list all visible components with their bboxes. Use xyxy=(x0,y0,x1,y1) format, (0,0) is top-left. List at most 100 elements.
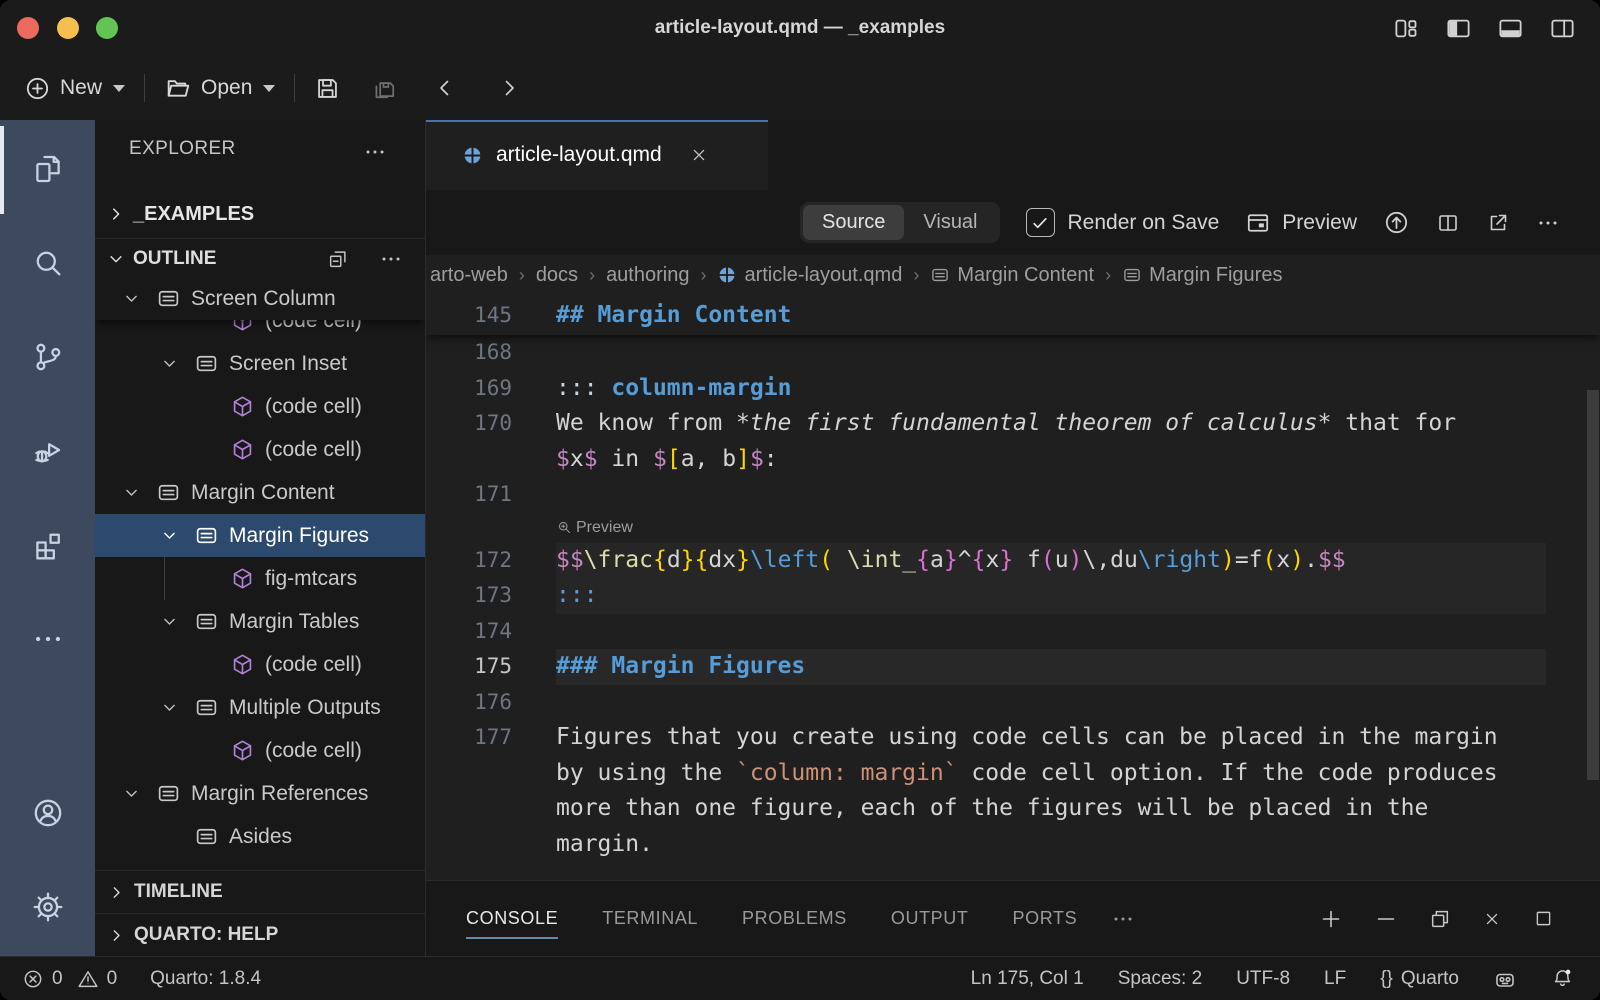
notifications-bell-icon[interactable] xyxy=(1551,967,1574,990)
navigate-forward-icon[interactable] xyxy=(497,76,521,100)
code-line-wrap[interactable]: more than one figure, each of the figure… xyxy=(426,791,1600,827)
visual-mode-button[interactable]: Visual xyxy=(904,205,996,240)
panel-tab-problems[interactable]: PROBLEMS xyxy=(742,900,847,937)
panel-tab-output[interactable]: OUTPUT xyxy=(891,900,969,937)
save-all-icon[interactable] xyxy=(371,75,397,101)
preview-icon xyxy=(1245,210,1271,236)
status-indentation[interactable]: Spaces: 2 xyxy=(1118,968,1203,990)
activity-account[interactable] xyxy=(0,766,95,860)
preview-button[interactable]: Preview xyxy=(1245,210,1357,236)
sidebar-section-quarto-help[interactable]: QUARTO: HELP xyxy=(95,913,425,956)
toggle-secondary-sidebar-icon[interactable] xyxy=(1549,15,1576,42)
section-label: TIMELINE xyxy=(134,881,223,903)
outline-item-margin-references[interactable]: Margin References xyxy=(95,772,425,815)
close-panel-icon[interactable] xyxy=(1482,907,1502,931)
outline-item-margin-content[interactable]: Margin Content xyxy=(95,471,425,514)
customize-layout-icon[interactable] xyxy=(1393,15,1420,42)
outline-more-actions-icon[interactable] xyxy=(379,247,403,271)
activity-search[interactable] xyxy=(0,216,95,310)
sidebar-item-examples[interactable]: _EXAMPLES xyxy=(95,194,425,234)
code-line-wrap[interactable]: margin. xyxy=(426,827,1600,863)
activity-settings[interactable] xyxy=(0,860,95,954)
outline-item-fig-mtcars[interactable]: fig-mtcars xyxy=(95,557,425,600)
save-icon[interactable] xyxy=(314,75,341,102)
open-button[interactable]: Open xyxy=(164,74,275,102)
navigate-back-icon[interactable] xyxy=(433,76,457,100)
status-quarto-version[interactable]: Quarto: 1.8.4 xyxy=(150,968,261,990)
tab-article-layout[interactable]: article-layout.qmd xyxy=(426,120,768,190)
status-cursor-position[interactable]: Ln 175, Col 1 xyxy=(971,968,1084,990)
panel-tab-console[interactable]: CONSOLE xyxy=(466,900,558,937)
code-line-173[interactable]: 173::: xyxy=(426,578,1600,614)
status-problems[interactable]: 0 0 xyxy=(22,968,117,990)
code-line-wrap[interactable]: $x$ in $[a, b]$: xyxy=(426,442,1600,478)
code-line-172[interactable]: 172$$\frac{d}{dx}\left( \int_{a}^{x} f(u… xyxy=(426,543,1600,579)
code-line-176[interactable]: 176 xyxy=(426,685,1600,721)
outline-item-code-cell[interactable]: (code cell) xyxy=(95,385,425,428)
activity-explorer[interactable] xyxy=(0,122,95,216)
code-line-175[interactable]: 175### Margin Figures xyxy=(426,649,1600,685)
new-button[interactable]: New xyxy=(24,75,125,102)
code-editor[interactable]: 168169::: column-margin170We know from *… xyxy=(426,295,1600,880)
activity-more[interactable] xyxy=(0,592,95,686)
outline-item-margin-tables[interactable]: Margin Tables xyxy=(95,600,425,643)
outline-item-code-cell[interactable]: (code cell) xyxy=(95,428,425,471)
activity-extensions[interactable] xyxy=(0,498,95,592)
close-tab-icon[interactable] xyxy=(689,145,709,165)
activity-source-control[interactable] xyxy=(0,310,95,404)
render-on-save-checkbox[interactable] xyxy=(1026,208,1055,237)
code-line-170[interactable]: 170We know from *the first fundamental t… xyxy=(426,406,1600,442)
status-language-mode[interactable]: {} Quarto xyxy=(1380,968,1459,990)
breadcrumb-item[interactable]: arto-web xyxy=(430,264,508,287)
outline-item-label: Margin Content xyxy=(191,481,335,505)
render-on-save-control[interactable]: Render on Save xyxy=(1026,208,1220,237)
outline-item-multiple-outputs[interactable]: Multiple Outputs xyxy=(95,686,425,729)
outline-item-screen-column[interactable]: Screen Column xyxy=(95,277,425,320)
source-mode-button[interactable]: Source xyxy=(803,205,904,240)
status-encoding[interactable]: UTF-8 xyxy=(1236,968,1290,990)
toggle-primary-sidebar-icon[interactable] xyxy=(1445,15,1472,42)
outline-item-code-cell[interactable]: (code cell) xyxy=(95,729,425,772)
outline-item-margin-figures[interactable]: Margin Figures xyxy=(95,514,425,557)
breadcrumb-item[interactable]: docs xyxy=(536,264,578,287)
explorer-more-actions-icon[interactable] xyxy=(363,140,387,164)
editor-scrollbar[interactable] xyxy=(1587,390,1599,780)
breadcrumb-item[interactable]: article-layout.qmd xyxy=(717,264,902,287)
code-line-169[interactable]: 169::: column-margin xyxy=(426,371,1600,407)
warning-count: 0 xyxy=(107,968,118,990)
collapse-all-icon[interactable] xyxy=(327,248,349,270)
line-content: ::: column-margin xyxy=(556,371,1546,407)
panel-more-tabs-icon[interactable] xyxy=(1111,907,1135,931)
breadcrumb-item[interactable]: Margin Figures xyxy=(1122,264,1282,287)
panel-tab-terminal[interactable]: TERMINAL xyxy=(602,900,698,937)
line-number: 168 xyxy=(426,335,556,371)
code-line-177[interactable]: 177Figures that you create using code ce… xyxy=(426,720,1600,756)
sidebar-section-timeline[interactable]: TIMELINE xyxy=(95,870,425,913)
panel-tab-ports[interactable]: PORTS xyxy=(1013,900,1078,937)
new-console-icon[interactable] xyxy=(1319,907,1343,931)
editor-more-actions-icon[interactable] xyxy=(1536,211,1560,235)
code-line-wrap[interactable]: by using the `column: margin` code cell … xyxy=(426,756,1600,792)
outline-item-screen-inset[interactable]: Screen Inset xyxy=(95,342,425,385)
outline-section-header[interactable]: OUTLINE xyxy=(95,238,425,278)
split-editor-icon[interactable] xyxy=(1436,211,1460,235)
outline-item-code-cell[interactable]: (code cell) xyxy=(95,643,425,686)
status-eol[interactable]: LF xyxy=(1324,968,1346,990)
sticky-scroll-line[interactable]: 145## Margin Content xyxy=(426,295,1600,335)
maximize-panel-icon[interactable] xyxy=(1533,907,1554,931)
render-document-icon[interactable] xyxy=(1383,209,1410,236)
code-line-171[interactable]: 171 xyxy=(426,477,1600,513)
activity-debug[interactable] xyxy=(0,404,95,498)
restore-panel-icon[interactable] xyxy=(1429,907,1451,931)
breadcrumb-item[interactable]: authoring xyxy=(606,264,689,287)
copilot-icon[interactable] xyxy=(1493,967,1517,991)
toggle-bottom-panel-icon[interactable] xyxy=(1497,15,1524,42)
outline-item-asides[interactable]: Asides xyxy=(95,815,425,858)
code-line-168[interactable]: 168 xyxy=(426,335,1600,371)
code-line-145[interactable]: 145## Margin Content xyxy=(426,295,1600,335)
codelens-preview[interactable]: Preview xyxy=(426,513,1600,543)
minimize-panel-icon[interactable] xyxy=(1374,907,1398,931)
breadcrumb-item[interactable]: Margin Content xyxy=(930,264,1094,287)
open-external-icon[interactable] xyxy=(1486,211,1510,235)
code-line-174[interactable]: 174 xyxy=(426,614,1600,650)
